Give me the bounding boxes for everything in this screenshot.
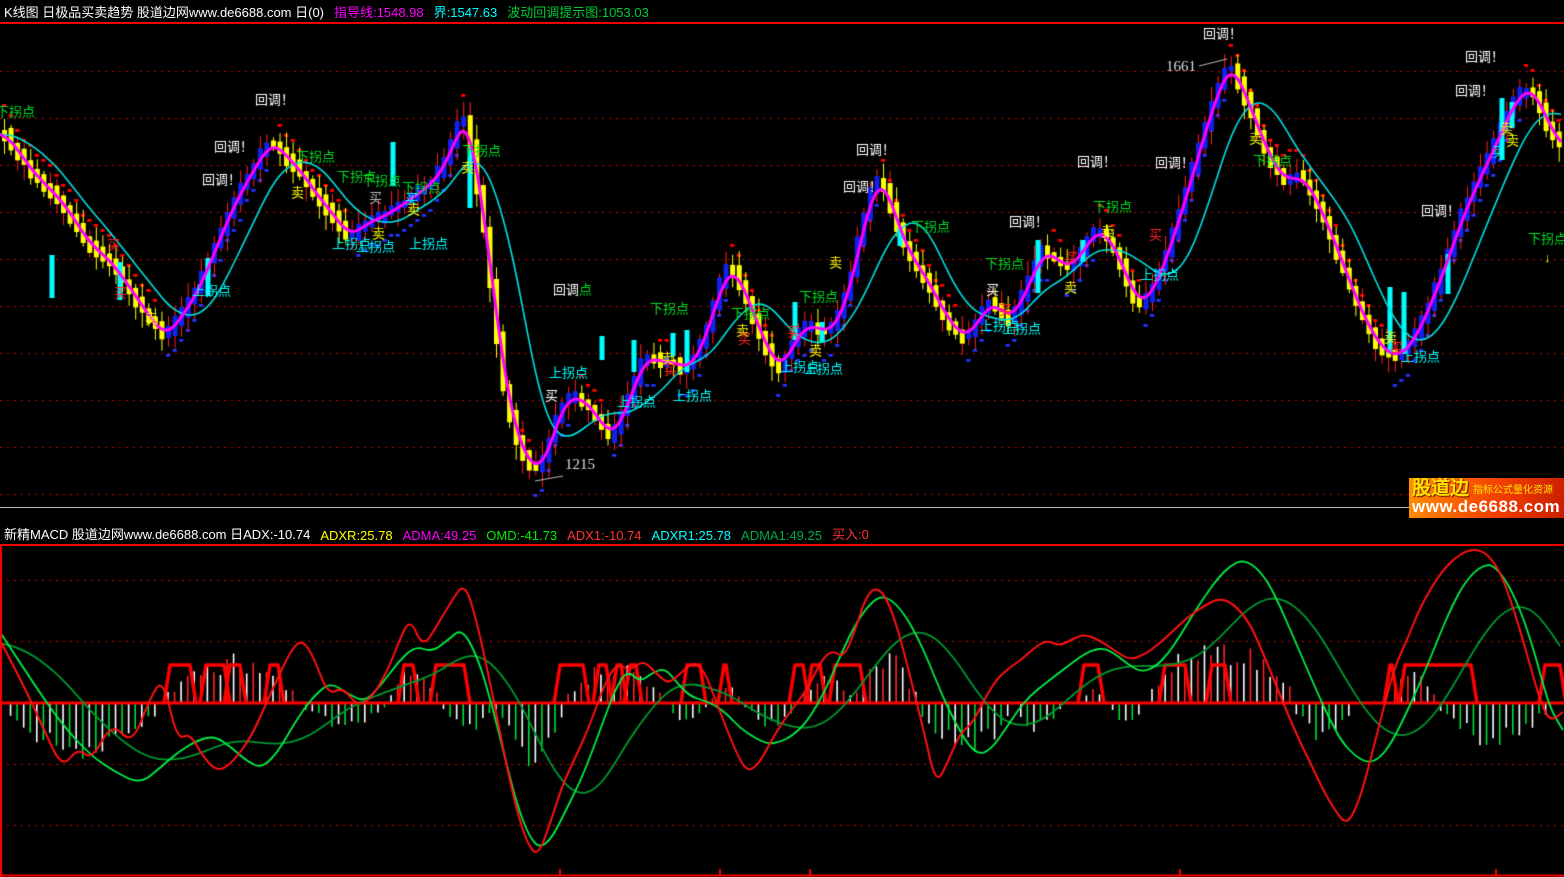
panel-divider[interactable]	[0, 507, 1564, 508]
watermark-url: www.de6688.com	[1412, 497, 1560, 516]
watermark-logo[interactable]: 股道边 指标公式量化资源 www.de6688.com	[1409, 478, 1564, 518]
macd-title-text: 新精MACD 股道边网www.de6688.com 日ADX:-10.74	[4, 524, 310, 543]
buy-signal-value: 买入:0	[832, 524, 869, 543]
boundary-value: 界:1547.63	[434, 2, 498, 21]
watermark-brand: 股道边	[1412, 479, 1469, 498]
wave-callback-value: 波动回调提示图:1053.03	[507, 2, 649, 21]
macd-titlebar: 新精MACD 股道边网www.de6688.com 日ADX:-10.74 AD…	[0, 509, 1564, 544]
guide-line-value: 指导线:1548.98	[334, 2, 424, 21]
kline-titlebar: K线图 日极品买卖趋势 股道边网www.de6688.com 日(0) 指导线:…	[0, 0, 1564, 22]
macd-chart-canvas[interactable]	[0, 546, 1564, 877]
adma1-value: ADMA1:49.25	[741, 528, 822, 543]
omd-value: OMD:-41.73	[486, 528, 557, 543]
adma-value: ADMA:49.25	[403, 528, 477, 543]
adx1-value: ADX1:-10.74	[567, 528, 641, 543]
kline-chart-canvas[interactable]	[0, 24, 1564, 507]
adxr-value: ADXR:25.78	[320, 528, 392, 543]
trading-app-window: K线图 日极品买卖趋势 股道边网www.de6688.com 日(0) 指导线:…	[0, 0, 1564, 877]
adxr1-value: ADXR1:25.78	[652, 528, 732, 543]
kline-title-text: K线图 日极品买卖趋势 股道边网www.de6688.com 日(0)	[4, 2, 324, 21]
